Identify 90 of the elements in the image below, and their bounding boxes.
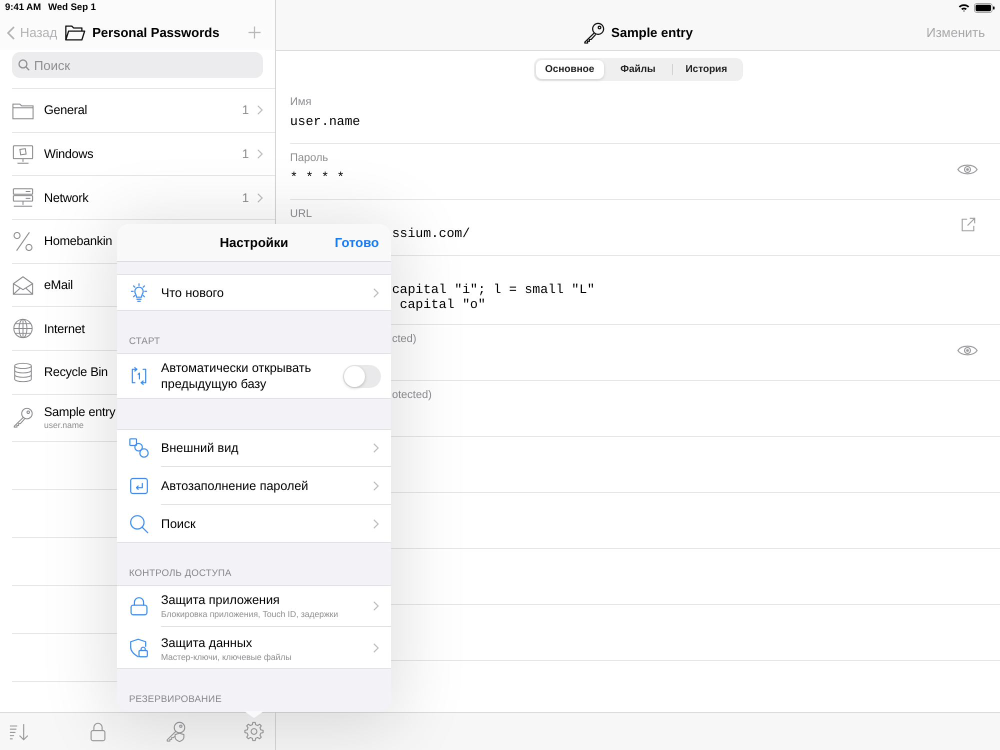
row-label: Внешний вид — [161, 440, 238, 456]
row-label: Автозаполнение паролей — [161, 478, 308, 494]
done-button[interactable]: Готово — [334, 234, 379, 252]
field-value: capital "i"; l = small "L" capital "o" — [392, 282, 595, 312]
status-time: 9:41 AM — [5, 2, 42, 13]
chevron-icon — [373, 519, 379, 529]
row-label: Защита данных — [161, 634, 252, 650]
entry-title: Sample entry — [611, 25, 693, 40]
shield-lock-icon — [129, 638, 149, 658]
sidebar-item[interactable]: Windows 1 — [12, 132, 275, 176]
search-icon — [18, 59, 30, 71]
database-icon — [12, 362, 34, 383]
tab[interactable]: История — [672, 60, 740, 79]
item-title: Internet — [44, 322, 85, 336]
item-title: Homebankin — [44, 234, 112, 248]
field-value: * * * * — [290, 170, 345, 185]
tab[interactable]: Файлы — [604, 60, 672, 79]
wifi-icon — [958, 3, 970, 12]
sidebar-item[interactable]: Network 1 — [12, 176, 275, 220]
popover-title: Настройки — [220, 235, 288, 250]
lightbulb-icon — [129, 282, 149, 302]
search-field[interactable]: Поиск — [12, 52, 263, 78]
field-value: user.name — [290, 114, 360, 129]
sort-icon[interactable] — [9, 721, 31, 742]
settings-row[interactable]: Автоматически открывать предыдущую базу — [117, 353, 391, 399]
chevron-icon — [373, 480, 379, 490]
status-date: Wed Sep 1 — [48, 2, 96, 13]
item-count: 1 — [242, 190, 249, 205]
section-header: КОНТРОЛЬ ДОСТУПА — [129, 568, 232, 579]
chevron-icon — [257, 192, 263, 203]
row-subtitle: Блокировка приложения, Touch ID, задержки — [161, 609, 338, 619]
field-label: Имя — [290, 95, 312, 109]
settings-row[interactable]: Защита приложения Блокировка приложения, Touch ID, задержки — [117, 585, 391, 627]
percent-icon — [12, 230, 34, 252]
row-label: Защита приложения — [161, 592, 280, 608]
row-label: Автоматически открывать предыдущую базу — [161, 360, 312, 392]
add-icon[interactable] — [248, 26, 261, 39]
key-icon[interactable] — [165, 721, 187, 742]
field-value: ssium.com/ — [392, 226, 470, 241]
settings-row[interactable]: Поиск — [117, 505, 391, 543]
field-label: otected) — [392, 388, 432, 402]
folder-icon — [64, 24, 86, 42]
eye-icon[interactable] — [957, 162, 978, 176]
item-title: General — [44, 103, 88, 118]
item-count: 1 — [242, 103, 249, 118]
section-header: РЕЗЕРВИРОВАНИЕ — [129, 694, 222, 705]
tab[interactable]: Основное — [536, 60, 604, 79]
search-icon — [129, 514, 149, 534]
eye-icon[interactable] — [957, 344, 978, 356]
settings-row[interactable]: Автозаполнение паролей — [117, 467, 391, 505]
item-title: Recycle Bin — [44, 365, 108, 380]
server-icon — [12, 187, 34, 208]
sidebar-item[interactable]: General 1 — [12, 89, 275, 133]
settings-icon[interactable] — [243, 721, 265, 742]
chevron-icon — [257, 105, 263, 116]
settings-row[interactable]: Защита данных Мастер-ключи, ключевые файлы — [117, 627, 391, 669]
toggle-switch[interactable] — [343, 364, 381, 388]
shapes-icon — [129, 438, 149, 458]
return-key-icon — [129, 476, 149, 496]
item-count: 1 — [242, 147, 249, 162]
envelope-icon — [12, 274, 34, 296]
chevron-icon — [257, 149, 263, 160]
field-label: Пароль — [290, 151, 328, 165]
key-icon — [583, 22, 606, 44]
settings-row[interactable]: Что нового — [117, 274, 391, 311]
field-label: cted) — [392, 332, 416, 346]
row-label: Поиск — [161, 516, 196, 532]
chevron-icon — [373, 288, 379, 298]
external-link-icon[interactable] — [960, 217, 976, 233]
field-label: URL — [290, 207, 312, 221]
monitor-icon — [12, 144, 34, 165]
chevron-left-icon — [7, 26, 15, 40]
refresh-square-icon — [129, 366, 149, 386]
group-title: Personal Passwords — [92, 25, 220, 40]
row-label: Что нового — [161, 284, 224, 300]
section-header: СТАРТ — [129, 336, 160, 347]
chevron-icon — [373, 600, 379, 610]
settings-row[interactable]: Внешний вид — [117, 429, 391, 467]
item-title: Sample entry — [44, 405, 116, 420]
item-title: eMail — [44, 278, 73, 292]
item-subtitle: user.name — [44, 420, 84, 430]
item-title: Windows — [44, 147, 94, 162]
globe-icon — [12, 318, 34, 340]
lock-icon — [129, 596, 149, 616]
battery-icon — [974, 2, 995, 12]
item-title: Network — [44, 190, 88, 205]
key-icon — [12, 407, 34, 428]
chevron-icon — [373, 442, 379, 452]
row-subtitle: Мастер-ключи, ключевые файлы — [161, 652, 292, 662]
chevron-icon — [373, 643, 379, 653]
